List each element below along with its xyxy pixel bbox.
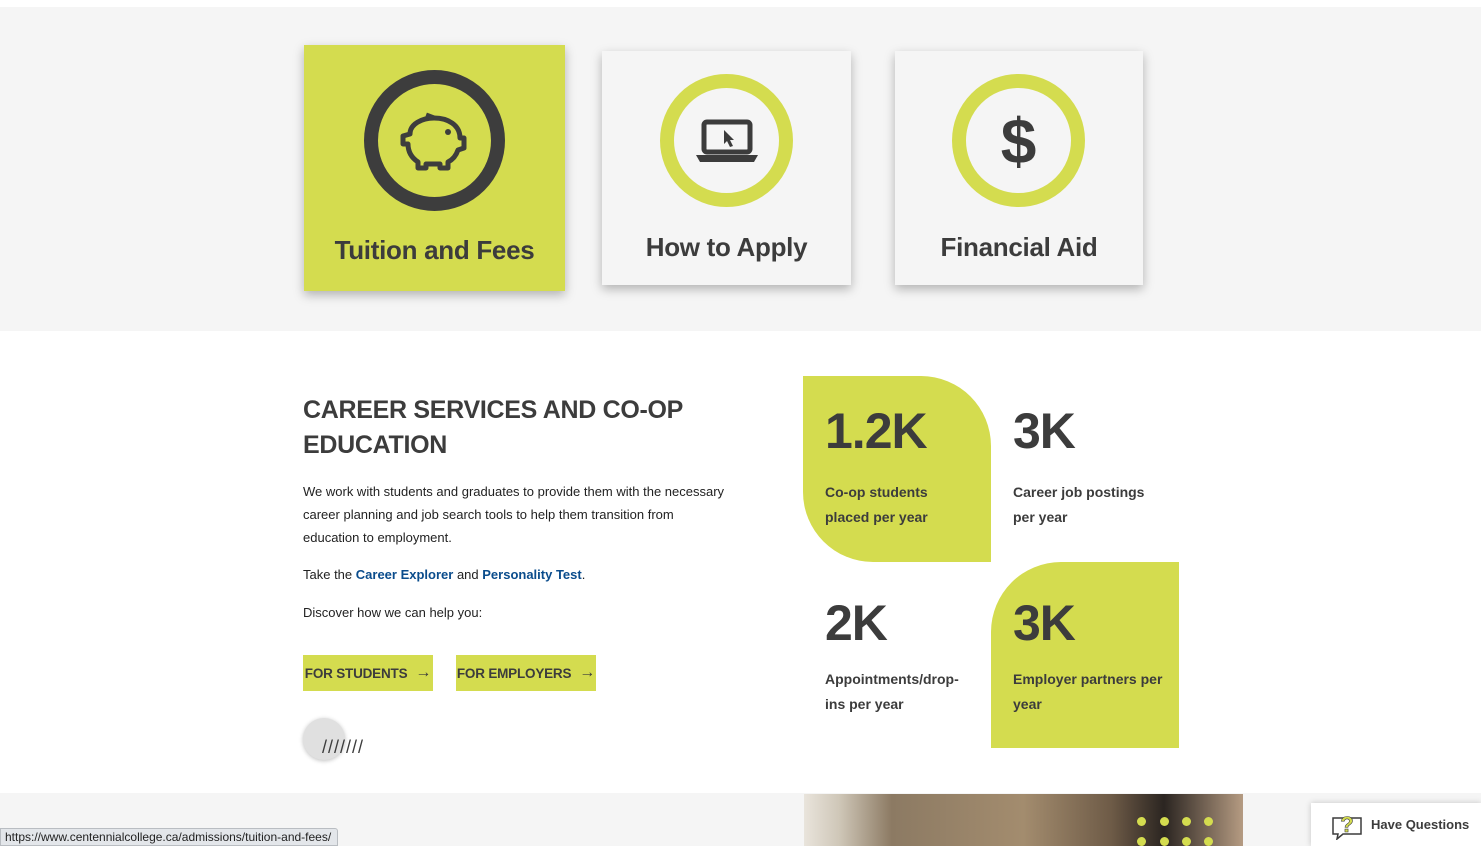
- and-text: and: [453, 567, 483, 582]
- stat-value: 1.2K: [825, 403, 928, 459]
- svg-text:?: ?: [1340, 812, 1353, 837]
- student-photo: [804, 794, 1243, 846]
- tuition-and-fees-card[interactable]: Tuition and Fees: [304, 45, 565, 291]
- how-to-apply-card[interactable]: How to Apply: [602, 51, 851, 285]
- decorative-dot: [1137, 837, 1146, 846]
- decorative-dot: [1182, 837, 1191, 846]
- piggy-bank-icon: [400, 112, 466, 170]
- decorative-slashes: ///////: [322, 737, 365, 757]
- take-prefix: Take the: [303, 567, 356, 582]
- for-employers-button[interactable]: FOR EMPLOYERS →: [456, 655, 596, 691]
- have-questions-label: Have Questions: [1371, 817, 1470, 832]
- stat-label: Employer partners per year: [1013, 671, 1163, 712]
- arrow-right-icon: →: [415, 664, 432, 681]
- stat-label: Career job postings per year: [1013, 484, 1145, 525]
- career-tools-line: Take the Career Explorer and Personality…: [303, 565, 733, 585]
- stat-value: 2K: [825, 595, 888, 651]
- stat-tile: 3K Career job postings per year: [991, 376, 1179, 562]
- card-label: How to Apply: [645, 232, 808, 262]
- stat-label: Co-op students placed per year: [825, 484, 928, 525]
- card-label: Financial Aid: [940, 232, 1098, 262]
- stat-tile: 2K Appointments/drop-ins per year: [803, 562, 991, 748]
- dollar-icon: $: [1000, 104, 1037, 177]
- laptop-icon-ring: [660, 74, 793, 207]
- question-chat-icon: ?: [1332, 811, 1362, 840]
- decorative-dot: [1160, 817, 1169, 826]
- personality-test-link[interactable]: Personality Test: [482, 567, 581, 582]
- decorative-dot: [1204, 837, 1213, 846]
- take-suffix: .: [581, 567, 586, 582]
- career-explorer-link[interactable]: Career Explorer: [356, 567, 454, 582]
- stat-value: 3K: [1013, 403, 1076, 459]
- dollar-icon-ring: $: [952, 74, 1085, 207]
- for-students-button[interactable]: FOR STUDENTS →: [303, 655, 433, 691]
- button-label: FOR STUDENTS: [304, 665, 408, 681]
- card-label: Tuition and Fees: [334, 235, 535, 265]
- top-strip: [0, 0, 1481, 7]
- button-label: FOR EMPLOYERS: [456, 665, 572, 681]
- career-section-description: We work with students and graduates to p…: [303, 484, 725, 545]
- financial-aid-card[interactable]: $ Financial Aid: [895, 51, 1143, 285]
- decorative-dot: [1137, 817, 1146, 826]
- stat-tile: 1.2K Co-op students placed per year: [803, 376, 991, 562]
- piggy-bank-icon-ring: [364, 70, 505, 211]
- arrow-right-icon: →: [579, 664, 596, 681]
- decorative-dot: [1182, 817, 1191, 826]
- stat-label: Appointments/drop-ins per year: [825, 671, 959, 712]
- discover-text: Discover how we can help you:: [303, 605, 483, 620]
- laptop-cursor-icon: [695, 119, 758, 162]
- decorative-dot: [1160, 837, 1169, 846]
- stat-value: 3K: [1013, 595, 1076, 651]
- decorative-dot: [1204, 817, 1213, 826]
- career-section-title: CAREER SERVICES AND CO-OP EDUCATION: [303, 396, 683, 459]
- stat-tile: 3K Employer partners per year: [991, 562, 1179, 748]
- have-questions-widget[interactable]: ? Have Questions: [1311, 803, 1481, 846]
- status-bar-url: https://www.centennialcollege.ca/admissi…: [0, 828, 339, 846]
